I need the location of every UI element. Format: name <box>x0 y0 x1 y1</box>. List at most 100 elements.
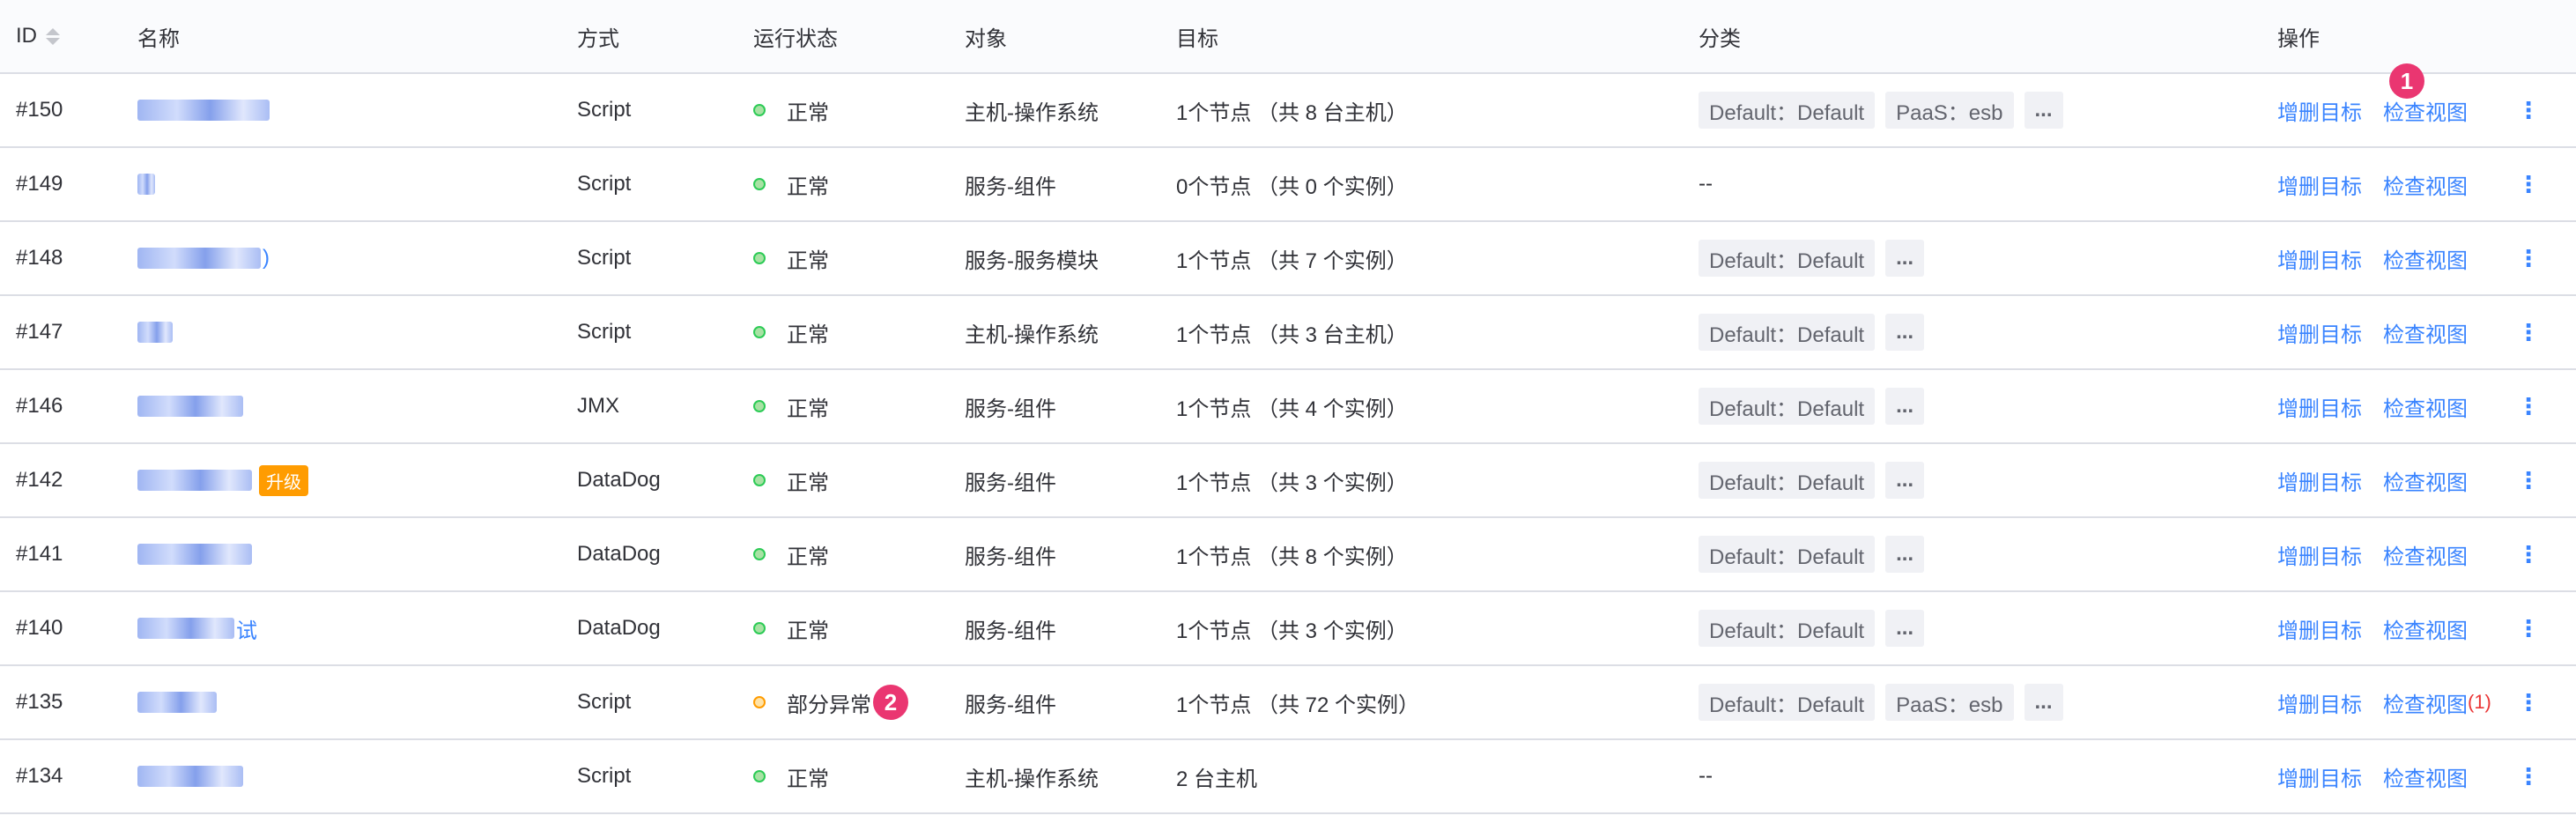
redacted-name[interactable] <box>137 396 243 417</box>
category-more-button[interactable]: ... <box>1885 388 1925 425</box>
row-name[interactable] <box>137 518 252 590</box>
view-link[interactable]: 检查视图 <box>2383 391 2468 422</box>
name-suffix[interactable]: ) <box>263 246 270 271</box>
row-name[interactable] <box>137 74 270 146</box>
row-more-menu[interactable]: ⋮ <box>2517 740 2540 812</box>
row-actions: 增删目标 检查视图 <box>2277 296 2468 368</box>
row-more-menu[interactable]: ⋮ <box>2517 148 2540 220</box>
row-name[interactable] <box>137 740 243 812</box>
row-target: 1个节点 （共 8 个实例） <box>1176 545 1408 569</box>
edit-target-link[interactable]: 增删目标 <box>2277 243 2362 274</box>
more-vertical-icon[interactable]: ⋮ <box>2517 469 2540 492</box>
category-more-button[interactable]: ... <box>1885 462 1925 499</box>
table-row[interactable]: #148 ) Script 正常 服务-服务模块 1个节点 （共 7 个实例） … <box>0 222 2576 296</box>
edit-target-link[interactable]: 增删目标 <box>2277 613 2362 644</box>
name-suffix[interactable]: 试 <box>236 613 257 644</box>
upgrade-tag[interactable]: 升级 <box>259 464 308 496</box>
category-more-button[interactable]: ... <box>2024 92 2063 129</box>
view-link[interactable]: 检查视图 <box>2383 687 2468 718</box>
row-method: DataDog <box>577 542 661 566</box>
more-vertical-icon[interactable]: ⋮ <box>2517 247 2540 270</box>
more-vertical-icon[interactable]: ⋮ <box>2517 173 2540 196</box>
category-more-button[interactable]: ... <box>2024 684 2063 721</box>
status-dot-icon <box>753 770 766 782</box>
sort-icon[interactable] <box>46 27 60 45</box>
row-more-menu[interactable]: ⋮ <box>2517 518 2540 590</box>
edit-target-link[interactable]: 增删目标 <box>2277 169 2362 200</box>
row-more-menu[interactable]: ⋮ <box>2517 222 2540 294</box>
row-categories: Default：Default... <box>1688 444 1925 516</box>
table-row[interactable]: #142 升级 DataDog 正常 服务-组件 1个节点 （共 3 个实例） … <box>0 444 2576 518</box>
view-link[interactable]: 检查视图 <box>2383 317 2468 348</box>
row-categories: -- <box>1699 148 1713 220</box>
more-vertical-icon[interactable]: ⋮ <box>2517 617 2540 640</box>
table-row[interactable]: #147 Script 正常 主机-操作系统 1个节点 （共 3 台主机） De… <box>0 296 2576 370</box>
category-more-button[interactable]: ... <box>1885 314 1925 351</box>
redacted-name[interactable] <box>137 618 234 639</box>
row-name[interactable]: 升级 <box>137 444 308 516</box>
redacted-name[interactable] <box>137 322 173 343</box>
edit-target-link[interactable]: 增删目标 <box>2277 391 2362 422</box>
redacted-name[interactable] <box>137 766 243 787</box>
redacted-name[interactable] <box>137 100 270 121</box>
row-more-menu[interactable]: ⋮ <box>2517 592 2540 664</box>
row-method: Script <box>577 320 632 344</box>
more-vertical-icon[interactable]: ⋮ <box>2517 691 2540 714</box>
table-row[interactable]: #149 Script 正常 服务-组件 0个节点 （共 0 个实例） -- 增… <box>0 148 2576 222</box>
row-name[interactable] <box>137 370 243 442</box>
view-link[interactable]: 检查视图 <box>2383 613 2468 644</box>
view-error-count[interactable]: (1) <box>2468 691 2491 714</box>
redacted-name[interactable] <box>137 470 252 491</box>
more-vertical-icon[interactable]: ⋮ <box>2517 321 2540 344</box>
redacted-name[interactable] <box>137 544 252 565</box>
row-name[interactable]: ) <box>137 222 270 294</box>
edit-target-link[interactable]: 增删目标 <box>2277 761 2362 792</box>
view-link[interactable]: 检查视图 <box>2383 243 2468 274</box>
table-row[interactable]: #140 试 DataDog 正常 服务-组件 1个节点 （共 3 个实例） D… <box>0 592 2576 666</box>
header-id[interactable]: ID <box>16 0 60 72</box>
view-link[interactable]: 检查视图 <box>2383 465 2468 496</box>
category-more-button[interactable]: ... <box>1885 610 1925 647</box>
edit-target-link[interactable]: 增删目标 <box>2277 465 2362 496</box>
table-row[interactable]: #135 Script 部分异常 2 服务-组件 1个节点 （共 72 个实例） … <box>0 666 2576 740</box>
row-more-menu[interactable]: ⋮ <box>2517 370 2540 442</box>
row-name[interactable]: 试 <box>137 592 257 664</box>
edit-target-link[interactable]: 增删目标 <box>2277 539 2362 570</box>
row-id: #135 <box>16 690 63 714</box>
category-more-button[interactable]: ... <box>1885 240 1925 277</box>
edit-target-link[interactable]: 增删目标 <box>2277 95 2362 126</box>
category-more-button[interactable]: ... <box>1885 536 1925 573</box>
edit-target-link[interactable]: 增删目标 <box>2277 317 2362 348</box>
row-more-menu[interactable]: ⋮ <box>2517 444 2540 516</box>
view-link[interactable]: 检查视图 <box>2383 761 2468 792</box>
row-more-menu[interactable]: ⋮ <box>2517 74 2540 146</box>
row-target: 1个节点 （共 3 台主机） <box>1176 323 1408 347</box>
row-name[interactable] <box>137 296 173 368</box>
view-link[interactable]: 检查视图 <box>2383 95 2468 126</box>
redacted-name[interactable] <box>137 692 217 713</box>
view-link[interactable]: 检查视图 <box>2383 169 2468 200</box>
edit-target-link[interactable]: 增删目标 <box>2277 687 2362 718</box>
header-target: 目标 <box>1176 26 1218 51</box>
category-tag: Default：Default <box>1699 240 1876 277</box>
category-tag: Default：Default <box>1699 536 1876 573</box>
row-more-menu[interactable]: ⋮ <box>2517 666 2540 738</box>
row-more-menu[interactable]: ⋮ <box>2517 296 2540 368</box>
more-vertical-icon[interactable]: ⋮ <box>2517 765 2540 788</box>
row-name[interactable] <box>137 148 155 220</box>
row-id: #150 <box>16 98 63 122</box>
category-tag: Default：Default <box>1699 314 1876 351</box>
redacted-name[interactable] <box>137 174 155 195</box>
more-vertical-icon[interactable]: ⋮ <box>2517 543 2540 566</box>
more-vertical-icon[interactable]: ⋮ <box>2517 99 2540 122</box>
row-name[interactable] <box>137 666 217 738</box>
table-row[interactable]: #146 JMX 正常 服务-组件 1个节点 （共 4 个实例） Default… <box>0 370 2576 444</box>
table-row[interactable]: #134 Script 正常 主机-操作系统 2 台主机 -- 增删目标 检查视… <box>0 740 2576 814</box>
redacted-name[interactable] <box>137 248 261 269</box>
table-row[interactable]: #141 DataDog 正常 服务-组件 1个节点 （共 8 个实例） Def… <box>0 518 2576 592</box>
more-vertical-icon[interactable]: ⋮ <box>2517 395 2540 418</box>
row-actions: 增删目标 检查视图 <box>2277 518 2468 590</box>
view-link[interactable]: 检查视图 <box>2383 539 2468 570</box>
table-row[interactable]: #150 Script 正常 主机-操作系统 1个节点 （共 8 台主机） De… <box>0 74 2576 148</box>
row-object: 服务-组件 <box>965 174 1056 199</box>
